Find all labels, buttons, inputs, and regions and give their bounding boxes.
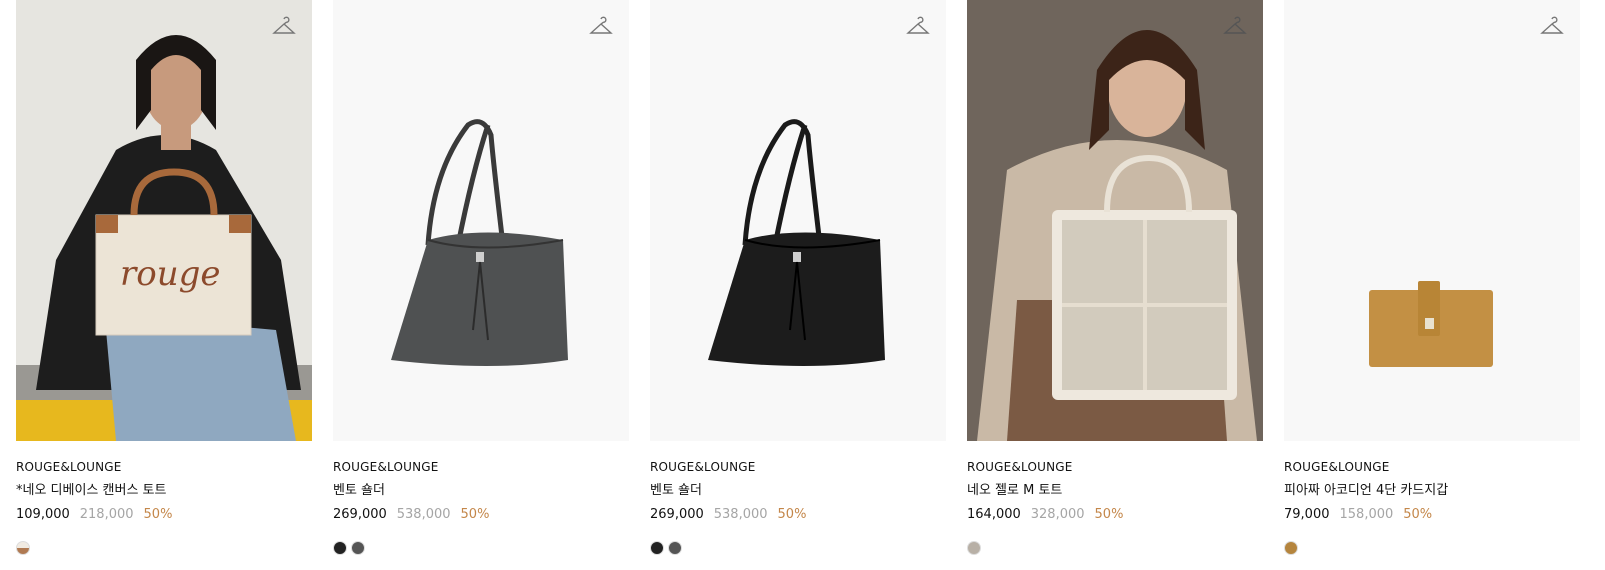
hanger-icon[interactable] bbox=[1540, 16, 1564, 38]
product-image[interactable] bbox=[967, 0, 1263, 441]
product-grid: rouge ROUGE&LOUNGE *네오 디베이스 캔버스 토트 109,0… bbox=[16, 0, 1580, 555]
product-card[interactable]: ROUGE&LOUNGE 네오 젤로 M 토트 164,000 328,000 … bbox=[967, 0, 1263, 555]
color-swatches bbox=[1284, 541, 1580, 555]
color-swatch[interactable] bbox=[668, 541, 682, 555]
product-name[interactable]: 네오 젤로 M 토트 bbox=[967, 483, 1263, 499]
color-swatches bbox=[967, 541, 1263, 555]
product-card[interactable]: ROUGE&LOUNGE 피아짜 아코디언 4단 카드지갑 79,000 158… bbox=[1284, 0, 1580, 555]
product-name[interactable]: 벤토 숄더 bbox=[333, 483, 629, 499]
product-prices: 164,000 328,000 50% bbox=[967, 507, 1263, 523]
sale-price: 269,000 bbox=[333, 507, 387, 522]
sale-price: 79,000 bbox=[1284, 507, 1330, 522]
original-price: 538,000 bbox=[713, 507, 768, 522]
discount-rate: 50% bbox=[777, 507, 807, 522]
hanger-icon[interactable] bbox=[272, 16, 296, 38]
product-brand[interactable]: ROUGE&LOUNGE bbox=[967, 460, 1263, 474]
product-prices: 109,000 218,000 50% bbox=[16, 507, 312, 523]
black-bucket-bag-photo bbox=[650, 0, 946, 441]
original-price: 328,000 bbox=[1030, 507, 1085, 522]
original-price: 218,000 bbox=[79, 507, 134, 522]
product-image[interactable] bbox=[333, 0, 629, 441]
discount-rate: 50% bbox=[460, 507, 490, 522]
color-swatch[interactable] bbox=[650, 541, 664, 555]
product-card[interactable]: ROUGE&LOUNGE 벤토 숄더 269,000 538,000 50% bbox=[333, 0, 629, 555]
product-prices: 269,000 538,000 50% bbox=[333, 507, 629, 523]
color-swatches bbox=[333, 541, 629, 555]
tan-card-wallet-photo bbox=[1284, 0, 1580, 441]
sale-price: 269,000 bbox=[650, 507, 704, 522]
discount-rate: 50% bbox=[1094, 507, 1124, 522]
discount-rate: 50% bbox=[1403, 507, 1433, 522]
product-brand[interactable]: ROUGE&LOUNGE bbox=[16, 460, 312, 474]
color-swatch[interactable] bbox=[351, 541, 365, 555]
original-price: 538,000 bbox=[396, 507, 451, 522]
discount-rate: 50% bbox=[143, 507, 173, 522]
color-swatch[interactable] bbox=[967, 541, 981, 555]
original-price: 158,000 bbox=[1339, 507, 1394, 522]
grey-bucket-bag-photo bbox=[333, 0, 629, 441]
product-image[interactable] bbox=[1284, 0, 1580, 441]
color-swatches bbox=[650, 541, 946, 555]
color-swatch[interactable] bbox=[1284, 541, 1298, 555]
product-brand[interactable]: ROUGE&LOUNGE bbox=[650, 460, 946, 474]
sale-price: 164,000 bbox=[967, 507, 1021, 522]
product-name[interactable]: *네오 디베이스 캔버스 토트 bbox=[16, 483, 312, 499]
color-swatches bbox=[16, 541, 312, 555]
product-brand[interactable]: ROUGE&LOUNGE bbox=[333, 460, 629, 474]
product-name[interactable]: 벤토 숄더 bbox=[650, 483, 946, 499]
hanger-icon[interactable] bbox=[589, 16, 613, 38]
product-card[interactable]: rouge ROUGE&LOUNGE *네오 디베이스 캔버스 토트 109,0… bbox=[16, 0, 312, 555]
product-card[interactable]: ROUGE&LOUNGE 벤토 숄더 269,000 538,000 50% bbox=[650, 0, 946, 555]
sale-price: 109,000 bbox=[16, 507, 70, 522]
color-swatch[interactable] bbox=[333, 541, 347, 555]
product-brand[interactable]: ROUGE&LOUNGE bbox=[1284, 460, 1580, 474]
hanger-icon[interactable] bbox=[906, 16, 930, 38]
color-swatch[interactable] bbox=[16, 541, 30, 555]
product-name[interactable]: 피아짜 아코디언 4단 카드지갑 bbox=[1284, 483, 1580, 499]
model-with-canvas-tote-photo: rouge bbox=[16, 0, 312, 441]
product-image[interactable] bbox=[650, 0, 946, 441]
svg-text:rouge: rouge bbox=[120, 254, 221, 294]
product-image[interactable]: rouge bbox=[16, 0, 312, 441]
model-with-shearling-tote-photo bbox=[967, 0, 1263, 441]
product-prices: 79,000 158,000 50% bbox=[1284, 507, 1580, 523]
product-prices: 269,000 538,000 50% bbox=[650, 507, 946, 523]
hanger-icon[interactable] bbox=[1223, 16, 1247, 38]
